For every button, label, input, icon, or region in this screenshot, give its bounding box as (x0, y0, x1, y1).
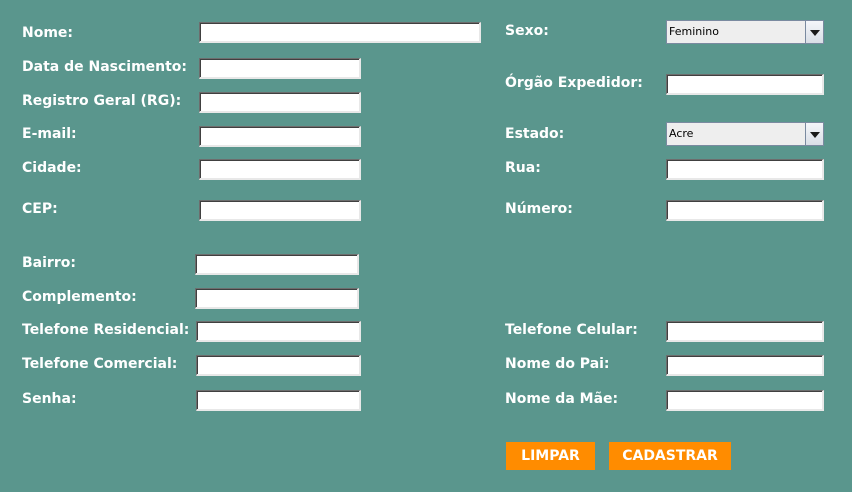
rg-field[interactable] (199, 92, 361, 113)
telefone-comercial-field[interactable] (196, 355, 361, 376)
data-nascimento-field[interactable] (199, 58, 361, 79)
telefone-residencial-label: Telefone Residencial: (22, 322, 190, 338)
cidade-field[interactable] (199, 159, 361, 180)
nome-mae-label: Nome da Mãe: (505, 391, 619, 407)
nome-field[interactable] (199, 22, 481, 43)
numero-label: Número: (505, 201, 573, 217)
nome-label: Nome: (22, 25, 74, 41)
telefone-celular-label: Telefone Celular: (505, 322, 638, 338)
telefone-comercial-label: Telefone Comercial: (22, 356, 178, 372)
estado-label: Estado: (505, 126, 565, 142)
chevron-down-icon[interactable] (805, 123, 823, 145)
telefone-residencial-field[interactable] (196, 321, 361, 342)
rg-label: Registro Geral (RG): (22, 93, 182, 109)
chevron-down-icon[interactable] (805, 21, 823, 43)
cadastrar-button[interactable]: CADASTRAR (609, 442, 731, 470)
orgao-expedidor-field[interactable] (666, 74, 824, 95)
rua-field[interactable] (666, 159, 824, 180)
bairro-field[interactable] (195, 254, 359, 275)
sexo-selected-value: Feminino (669, 25, 719, 38)
complemento-field[interactable] (195, 288, 359, 309)
nome-pai-label: Nome do Pai: (505, 356, 610, 372)
limpar-button[interactable]: LIMPAR (506, 442, 595, 470)
senha-label: Senha: (22, 391, 77, 407)
sexo-label: Sexo: (505, 23, 549, 39)
data-nascimento-label: Data de Nascimento: (22, 59, 188, 75)
sexo-select[interactable]: Feminino (666, 20, 824, 44)
nome-pai-field[interactable] (666, 355, 824, 376)
complemento-label: Complemento: (22, 289, 137, 305)
estado-selected-value: Acre (669, 127, 694, 140)
cep-label: CEP: (22, 201, 58, 217)
email-label: E-mail: (22, 126, 77, 142)
senha-field[interactable] (196, 390, 361, 411)
cidade-label: Cidade: (22, 160, 82, 176)
email-field[interactable] (199, 126, 361, 147)
estado-select[interactable]: Acre (666, 122, 824, 146)
orgao-expedidor-label: Órgão Expedidor: (505, 75, 643, 91)
cep-field[interactable] (199, 200, 361, 221)
numero-field[interactable] (666, 200, 824, 221)
rua-label: Rua: (505, 160, 541, 176)
telefone-celular-field[interactable] (666, 321, 824, 342)
nome-mae-field[interactable] (666, 390, 824, 411)
bairro-label: Bairro: (22, 255, 76, 271)
